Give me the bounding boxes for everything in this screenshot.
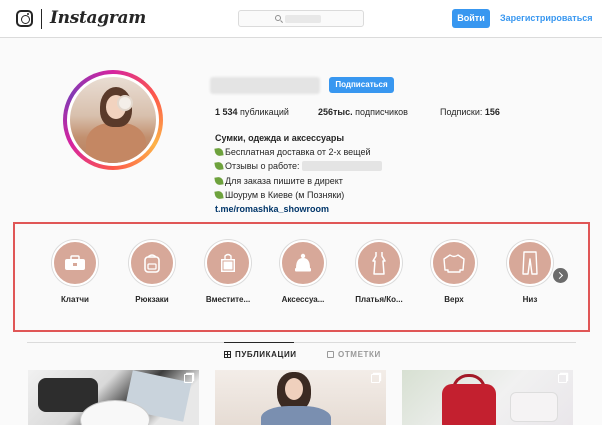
posts-count: 1 534 публикаций [215, 107, 289, 117]
post-thumbnail[interactable] [28, 370, 199, 425]
highlight-cover [205, 240, 251, 286]
bio-line: Бесплатная доставка от 2-х вещей [214, 145, 465, 159]
highlight-item[interactable]: Аксессуа... [273, 240, 333, 304]
highlight-item[interactable]: Клатчи [45, 240, 105, 304]
leaf-emoji-icon [214, 175, 224, 186]
search-placeholder-blurred [285, 15, 321, 23]
highlight-cover [52, 240, 98, 286]
dress-icon [372, 252, 386, 275]
post-thumbnail[interactable] [215, 370, 386, 425]
following-count[interactable]: Подписки: 156 [440, 107, 500, 117]
instagram-wordmark[interactable]: Instagram [50, 8, 146, 28]
grid-icon [224, 351, 231, 358]
backpack-icon [144, 254, 160, 273]
carousel-icon [184, 374, 193, 383]
instagram-camera-icon[interactable] [16, 10, 33, 27]
blurred-handle [302, 161, 383, 172]
highlight-label: Платья/Ко... [355, 295, 403, 304]
highlight-label: Низ [522, 295, 538, 304]
top-navigation-bar: Instagram Войти Зарегистрироваться [0, 0, 602, 38]
bio-name: Сумки, одежда и аксессуары [215, 133, 345, 143]
search-input[interactable] [238, 10, 364, 27]
highlight-cover [431, 240, 477, 286]
tab-posts[interactable]: ПУБЛИКАЦИИ [224, 350, 297, 359]
highlight-label: Клатчи [61, 295, 89, 304]
highlight-item[interactable]: Рюкзаки [122, 240, 182, 304]
highlight-label: Верх [444, 295, 464, 304]
search-icon [275, 15, 281, 21]
highlight-label: Аксессуа... [281, 295, 325, 304]
trousers-icon [522, 251, 538, 275]
post-thumbnail[interactable] [402, 370, 573, 425]
bio-line: Отзывы о работе: [214, 159, 465, 173]
tote-bag-icon [221, 253, 235, 272]
logo-divider [41, 9, 42, 29]
highlights-next-arrow-icon[interactable] [553, 268, 568, 283]
profile-bio: Сумки, одежда и аксессуары Бесплатная до… [214, 131, 465, 216]
carousel-icon [371, 374, 380, 383]
leaf-emoji-icon [214, 161, 224, 172]
bio-line: Для заказа пишите в директ [214, 174, 465, 188]
sweater-icon [443, 254, 465, 273]
tagged-icon [327, 351, 334, 358]
signup-link[interactable]: Зарегистрироваться [500, 13, 592, 23]
highlight-cover [129, 240, 175, 286]
bio-external-link[interactable]: t.me/romashka_showroom [215, 202, 465, 216]
clutch-icon [65, 255, 85, 270]
tab-tagged[interactable]: ОТМЕТКИ [327, 350, 381, 359]
highlight-item[interactable]: Вместите... [198, 240, 258, 304]
highlight-cover [356, 240, 402, 286]
followers-count[interactable]: 256тыс. подписчиков [318, 107, 408, 117]
subscribe-button[interactable]: Подписаться [329, 77, 394, 93]
login-button[interactable]: Войти [452, 9, 490, 28]
active-tab-indicator [224, 342, 294, 343]
highlight-cover [507, 240, 553, 286]
highlight-cover [280, 240, 326, 286]
profile-avatar[interactable] [67, 74, 159, 166]
highlight-label: Вместите... [205, 295, 251, 304]
hat-icon [295, 253, 311, 272]
leaf-emoji-icon [214, 190, 224, 200]
leaf-emoji-icon [214, 147, 224, 157]
carousel-icon [558, 374, 567, 383]
bio-line: Шоурум в Киеве (м Позняки) [214, 188, 465, 202]
tabs-divider [27, 342, 576, 343]
username-blurred [210, 77, 320, 94]
highlight-item[interactable]: Платья/Ко... [349, 240, 409, 304]
highlight-item[interactable]: Низ [500, 240, 560, 304]
highlight-label: Рюкзаки [135, 295, 169, 304]
highlight-item[interactable]: Верх [424, 240, 484, 304]
